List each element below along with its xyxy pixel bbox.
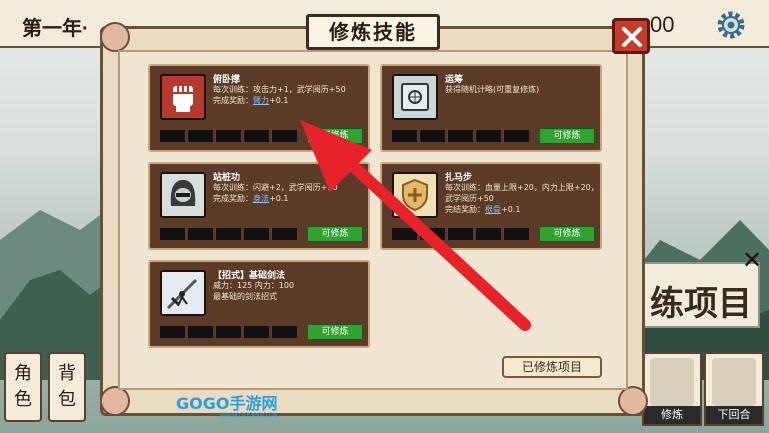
skill-description: 获得随机计略(可重复修炼) <box>445 84 601 95</box>
train-button[interactable]: 可修炼 <box>307 226 363 242</box>
skill-description: 每次训练：血量上限+20，内力上限+20，武学阅历+50 完结奖励：根骨+0.1 <box>445 182 601 215</box>
next-turn-portrait <box>712 358 756 406</box>
side-button-char1: 背 <box>58 363 76 384</box>
fist-icon <box>160 74 206 120</box>
side-button-char2: 包 <box>58 389 76 410</box>
reward-prefix: 完结奖励： <box>445 205 485 214</box>
reward-prefix: 完成奖励： <box>213 194 253 203</box>
banner-text: 练项目 <box>650 284 752 324</box>
skill-effect: 每次训练：血量上限+20，内力上限+20，武学阅历+50 <box>445 183 599 203</box>
watermark-url: WWW.GOGOGO.CN <box>220 412 278 419</box>
next-turn-card[interactable]: 下回合 <box>704 352 764 426</box>
hood-icon <box>160 172 206 218</box>
corner-ornament <box>618 386 648 416</box>
safe-icon <box>392 74 438 120</box>
turn-label: 第一年· <box>22 18 89 40</box>
skill-card-horse-stance: 扎马步 每次训练：血量上限+20，内力上限+20，武学阅历+50 完结奖励：根骨… <box>380 162 602 250</box>
reward-suffix: +0.1 <box>501 205 521 214</box>
card-label: 修炼 <box>644 406 700 424</box>
modal-title: 修炼技能 <box>306 14 440 50</box>
close-button[interactable] <box>612 18 650 54</box>
train-button[interactable]: 可修炼 <box>307 128 363 144</box>
skill-description: 每次训练：闪避+2，武学阅历+50 完成奖励：身法+0.1 <box>213 182 369 204</box>
skill-effect: 威力：125 内力：100 <box>213 281 295 290</box>
skill-effect: 每次训练：攻击力+1，武学阅历+50 <box>213 85 346 94</box>
skill-description: 威力：125 内力：100 最基础的剑法招式 <box>213 280 369 302</box>
card-label: 下回合 <box>706 406 762 424</box>
reward-suffix: +0.1 <box>269 96 289 105</box>
progress-bar <box>160 130 297 142</box>
coin-counter: 00 <box>650 12 675 37</box>
progress-bar <box>392 228 529 240</box>
watermark-logo: GOGO手游网 WWW.GOGOGO.CN <box>176 390 277 419</box>
watermark-text: GOGO手游网 <box>176 394 278 413</box>
reward-stat-link[interactable]: 臂力 <box>253 96 269 105</box>
train-card[interactable]: 修炼 <box>642 352 702 426</box>
corner-ornament <box>100 22 130 52</box>
train-button[interactable]: 可修炼 <box>539 128 595 144</box>
side-button-char2: 色 <box>14 389 32 410</box>
skill-card-basic-sword: 【招式】基础剑法 威力：125 内力：100 最基础的剑法招式 可修炼 <box>148 260 370 348</box>
background-close-icon[interactable]: ✕ <box>742 246 762 274</box>
reward-prefix: 完成奖励： <box>213 96 253 105</box>
skill-reward: 最基础的剑法招式 <box>213 292 277 301</box>
reward-suffix: +0.1 <box>269 194 289 203</box>
corner-ornament <box>100 386 130 416</box>
progress-bar <box>160 326 297 338</box>
skill-effect: 每次训练：闪避+2，武学阅历+50 <box>213 183 338 192</box>
shield-icon <box>392 172 438 218</box>
sword-icon <box>160 270 206 316</box>
skill-card-stance: 站桩功 每次训练：闪避+2，武学阅历+50 完成奖励：身法+0.1 可修炼 <box>148 162 370 250</box>
trained-items-button[interactable]: 已修炼项目 <box>502 356 602 378</box>
gear-icon[interactable] <box>714 8 748 42</box>
skill-reward: 完结奖励：根骨+0.1 <box>445 204 601 215</box>
skill-effect: 获得随机计略(可重复修炼) <box>445 85 540 94</box>
skill-description: 每次训练：攻击力+1，武学阅历+50 完成奖励：臂力+0.1 <box>213 84 369 106</box>
progress-bar <box>392 130 529 142</box>
side-button-char1: 角 <box>14 363 32 384</box>
bag-button[interactable]: 背 包 <box>48 352 86 422</box>
skill-card-strategy: 运筹 获得随机计略(可重复修炼) 可修炼 <box>380 64 602 152</box>
reward-stat-link[interactable]: 身法 <box>253 194 269 203</box>
train-button[interactable]: 可修炼 <box>307 324 363 340</box>
train-button[interactable]: 可修炼 <box>539 226 595 242</box>
skill-reward: 完成奖励：身法+0.1 <box>213 193 369 204</box>
trainee-portrait <box>650 358 694 406</box>
skill-card-pushup: 俯卧撑 每次训练：攻击力+1，武学阅历+50 完成奖励：臂力+0.1 可修炼 <box>148 64 370 152</box>
skill-reward: 完成奖励：臂力+0.1 <box>213 95 369 106</box>
character-button[interactable]: 角 色 <box>4 352 42 422</box>
reward-stat-link[interactable]: 根骨 <box>485 205 501 214</box>
close-icon <box>622 27 642 47</box>
progress-bar <box>160 228 297 240</box>
